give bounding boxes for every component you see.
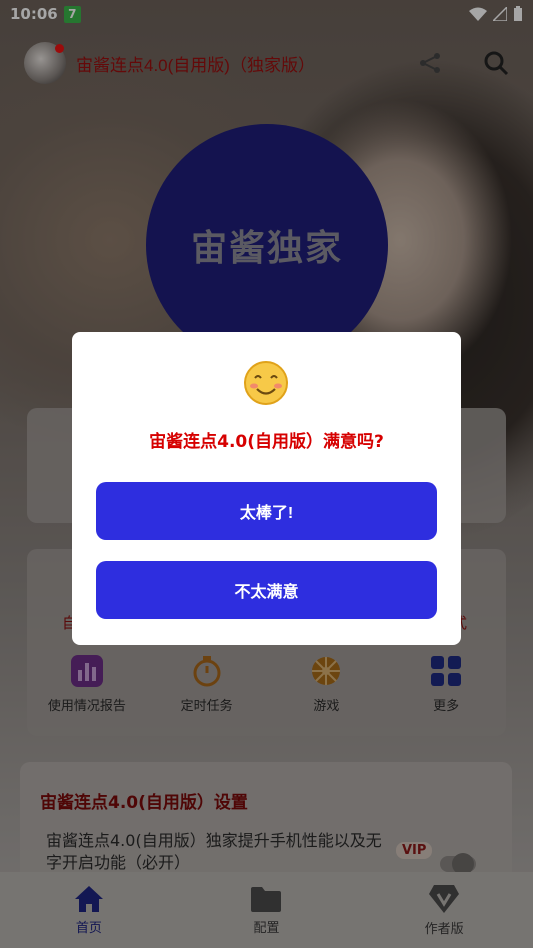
dialog-title: 宙酱连点4.0(自用版）满意吗? bbox=[149, 432, 384, 452]
not-satisfied-button[interactable]: 不太满意 bbox=[96, 561, 437, 619]
smile-emoji-icon bbox=[244, 361, 288, 405]
satisfaction-dialog: 宙酱连点4.0(自用版）满意吗? 太棒了! 不太满意 bbox=[72, 332, 461, 645]
great-button[interactable]: 太棒了! bbox=[96, 482, 437, 540]
